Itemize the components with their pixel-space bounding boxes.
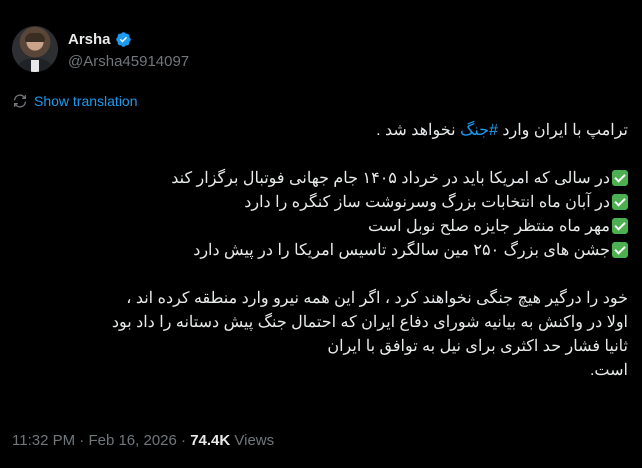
bullet-item: در سالی که امریکا باید در خرداد ۱۴۰۵ جام… bbox=[12, 167, 628, 191]
avatar[interactable] bbox=[12, 26, 58, 72]
show-translation-link[interactable]: Show translation bbox=[12, 93, 138, 109]
bullet-item: مهر ماه منتظر جایزه صلح نوبل است bbox=[12, 215, 628, 239]
bullet-item: در آبان ماه انتخابات بزرگ وسرنوشت ساز کن… bbox=[12, 191, 628, 215]
check-mark-icon bbox=[612, 242, 628, 258]
check-mark-icon bbox=[612, 170, 628, 186]
tweet-date[interactable]: Feb 16, 2026 bbox=[88, 432, 176, 449]
paragraph-line: است. bbox=[589, 362, 628, 379]
author-name-row[interactable]: Arsha bbox=[68, 31, 132, 48]
views-label: Views bbox=[230, 432, 275, 449]
author-handle[interactable]: @Arsha45914097 bbox=[68, 53, 189, 70]
paragraph-line: اولا در واکنش به بیانیه شورای دفاع ایران… bbox=[111, 314, 628, 331]
tweet-meta: 11:32 PM · Feb 16, 2026 · 74.4K Views bbox=[12, 432, 275, 449]
bullet-item: جشن های بزرگ ۲۵۰ مین سالگرد تاسیس امریکا… bbox=[12, 239, 628, 263]
paragraph-line: ثانیا فشار حد اکثری برای نیل به توافق با… bbox=[327, 338, 628, 355]
tweet-line: ترامپ با ایران وارد #جنگ نخواهد شد . bbox=[376, 122, 628, 139]
hashtag-link[interactable]: #جنگ bbox=[460, 122, 498, 139]
paragraph-line: خود را درگیر هیچ جنگی نخواهند کرد ، اگر … bbox=[126, 290, 628, 307]
verified-badge-icon bbox=[115, 32, 131, 47]
check-mark-icon bbox=[612, 218, 628, 234]
tweet-time[interactable]: 11:32 PM bbox=[12, 432, 75, 449]
views-count: 74.4K bbox=[190, 432, 231, 449]
check-mark-icon bbox=[612, 194, 628, 210]
tweet-text: ترامپ با ایران وارد #جنگ نخواهد شد . در … bbox=[12, 119, 628, 383]
translate-icon bbox=[14, 94, 26, 108]
show-translation-label[interactable]: Show translation bbox=[34, 93, 138, 109]
author-name[interactable]: Arsha bbox=[68, 31, 111, 48]
